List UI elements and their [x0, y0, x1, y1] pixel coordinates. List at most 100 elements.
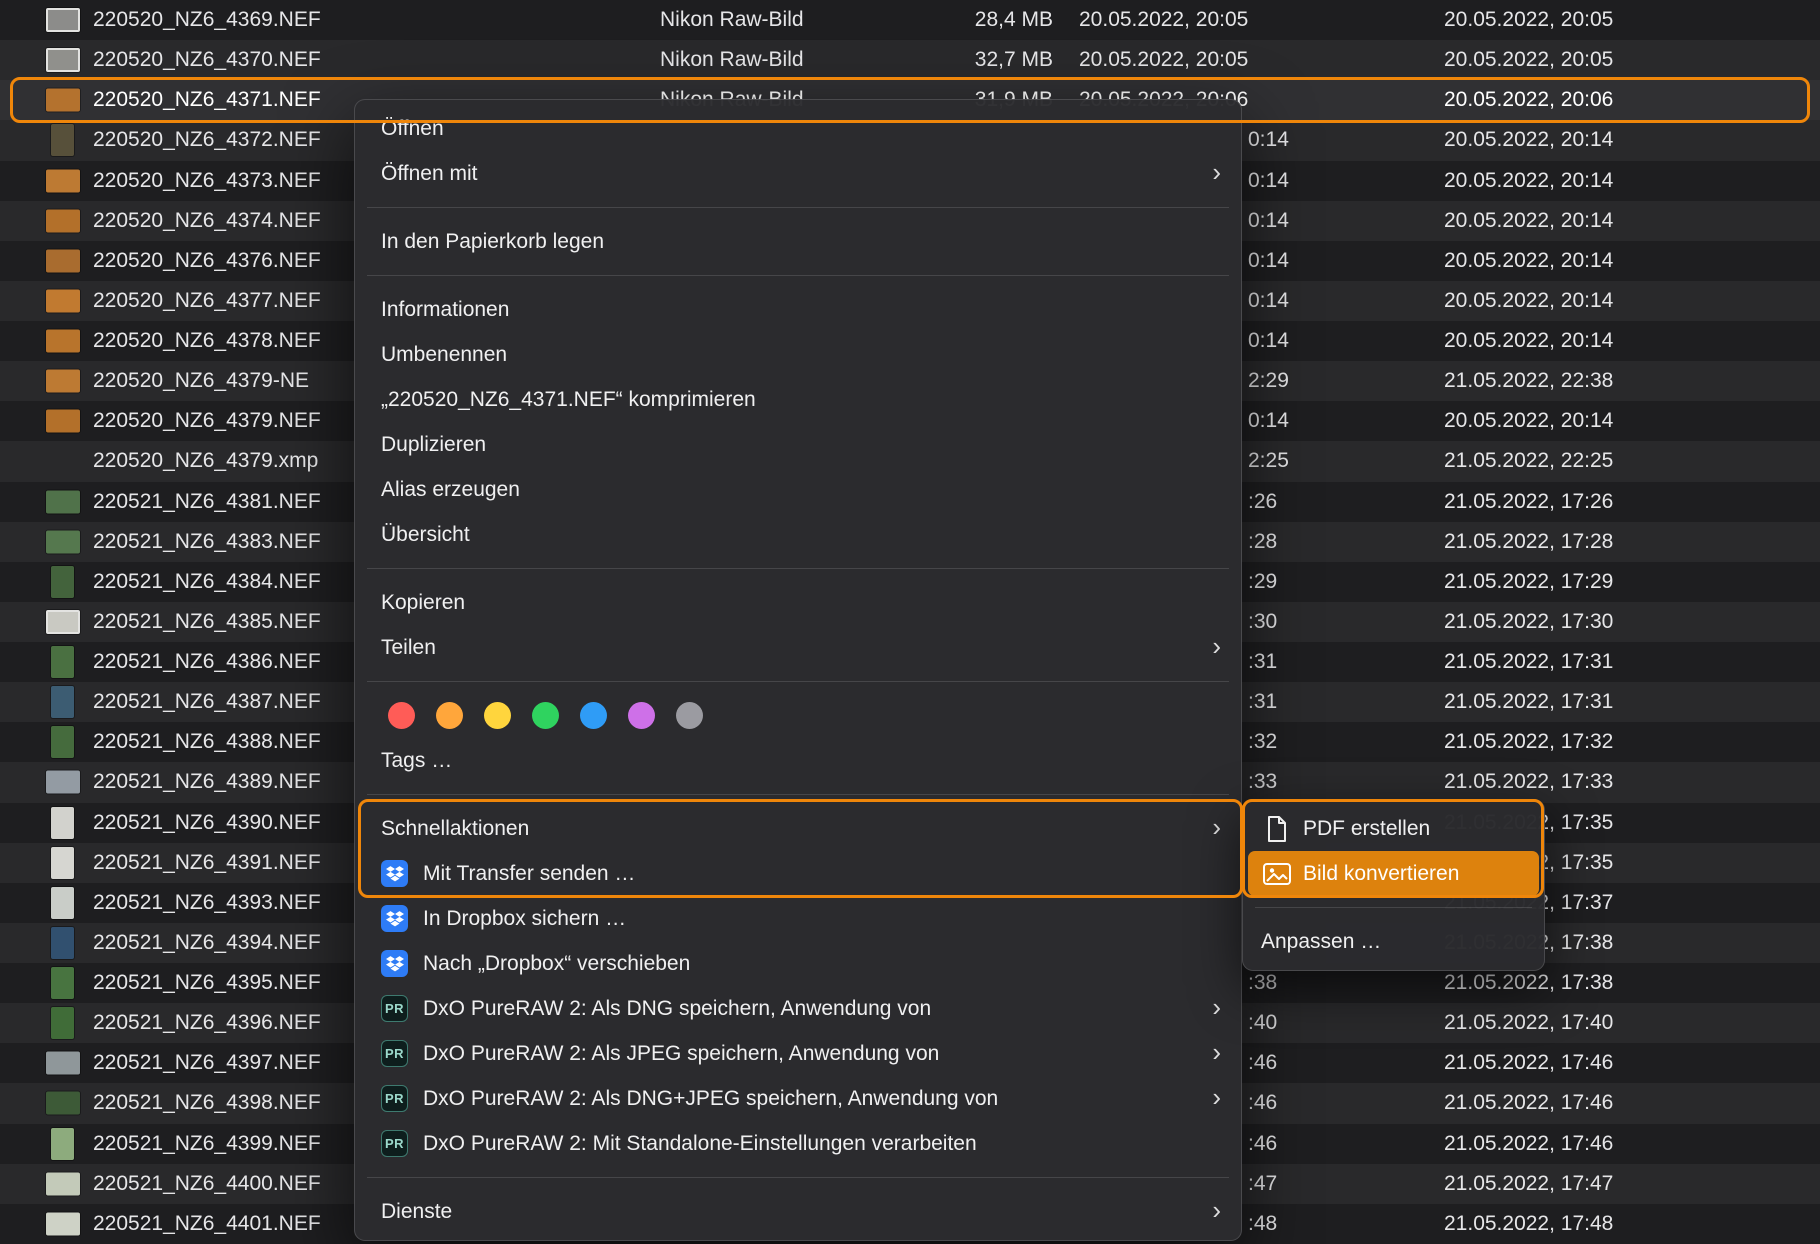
submenu-item-bild-konvertieren[interactable]: Bild konvertieren	[1248, 851, 1539, 896]
menu-item-informationen[interactable]: Informationen	[355, 287, 1241, 332]
file-name: 220520_NZ6_4379-NE	[93, 361, 309, 401]
date-modified: 20.05.2022, 20:14	[1444, 201, 1613, 241]
pr-icon: PR	[381, 1085, 408, 1112]
file-thumbnail-icon	[51, 124, 74, 156]
date-modified: 21.05.2022, 22:38	[1444, 361, 1613, 401]
menu-item-label: DxO PureRAW 2: Als DNG+JPEG speichern, A…	[423, 1087, 998, 1111]
menu-item-alias-erzeugen[interactable]: Alias erzeugen	[355, 467, 1241, 512]
date-added-fragment: :31	[1248, 682, 1277, 722]
date-added-fragment: :29	[1248, 562, 1277, 602]
date-modified: 21.05.2022, 17:48	[1444, 1204, 1613, 1244]
date-added-fragment: 0:14	[1248, 281, 1289, 321]
file-name: 220520_NZ6_4379.xmp	[93, 441, 318, 481]
date-added-fragment: 2:25	[1248, 441, 1289, 481]
file-thumbnail-icon	[51, 566, 74, 598]
file-name: 220521_NZ6_4383.NEF	[93, 522, 321, 562]
pr-icon: PR	[381, 1040, 408, 1067]
menu-item-mit-transfer-senden[interactable]: Mit Transfer senden …	[355, 851, 1241, 896]
file-row-220520-nz6-4370-nef[interactable]: 220520_NZ6_4370.NEFNikon Raw-Bild32,7 MB…	[0, 40, 1820, 80]
menu-item-label: Dienste	[381, 1200, 452, 1224]
file-name: 220520_NZ6_4373.NEF	[93, 161, 321, 201]
date-added-fragment: 0:14	[1248, 401, 1289, 441]
file-name: 220521_NZ6_4393.NEF	[93, 883, 321, 923]
date-modified: 21.05.2022, 17:26	[1444, 482, 1613, 522]
file-name: 220521_NZ6_4401.NEF	[93, 1204, 321, 1244]
menu-item-dxo-pureraw-2-als-jpeg-speichern-anwendung[interactable]: PR DxO PureRAW 2: Als JPEG speichern, Anw…	[355, 1031, 1241, 1076]
menu-item-duplizieren[interactable]: Duplizieren	[355, 422, 1241, 467]
date-added-fragment: 0:14	[1248, 161, 1289, 201]
menu-item-220520-nz6-4371-nef-komprimieren[interactable]: „220520_NZ6_4371.NEF“ komprimieren	[355, 377, 1241, 422]
file-thumbnail-icon	[46, 530, 80, 553]
menu-item-in-den-papierkorb-legen[interactable]: In den Papierkorb legen	[355, 219, 1241, 264]
menu-item-übersicht[interactable]: Übersicht	[355, 512, 1241, 557]
pr-icon: PR	[381, 995, 408, 1022]
menu-item-in-dropbox-sichern[interactable]: In Dropbox sichern …	[355, 896, 1241, 941]
file-name: 220520_NZ6_4376.NEF	[93, 241, 321, 281]
menu-item-dxo-pureraw-2-als-dng-speichern-anwendung-[interactable]: PRDxO PureRAW 2: Als DNG speichern, Anwe…	[355, 986, 1241, 1031]
date-modified: 21.05.2022, 17:31	[1444, 682, 1613, 722]
submenu-item-anpassen[interactable]: Anpassen …	[1243, 919, 1544, 964]
tag-color-orange-icon[interactable]	[436, 702, 463, 729]
tag-color-blue-icon[interactable]	[580, 702, 607, 729]
date-modified: 21.05.2022, 17:32	[1444, 722, 1613, 762]
file-thumbnail-icon	[46, 1092, 80, 1115]
date-modified: 21.05.2022, 17:40	[1444, 1003, 1613, 1043]
menu-item-umbenennen[interactable]: Umbenennen	[355, 332, 1241, 377]
menu-item-label: DxO PureRAW 2: Als JPEG speichern, Anwen…	[423, 1042, 939, 1066]
file-name: 220521_NZ6_4391.NEF	[93, 843, 321, 883]
menu-separator	[1255, 907, 1532, 908]
menu-item-nach-dropbox-verschieben[interactable]: Nach „Dropbox“ verschieben	[355, 941, 1241, 986]
file-name: 220521_NZ6_4388.NEF	[93, 722, 321, 762]
file-name: 220520_NZ6_4371.NEF	[93, 80, 321, 120]
date-modified: 20.05.2022, 20:14	[1444, 161, 1613, 201]
file-size: 28,4 MB	[860, 0, 1053, 40]
submenu-item-label: PDF erstellen	[1303, 817, 1430, 841]
file-name: 220521_NZ6_4387.NEF	[93, 682, 321, 722]
menu-item-label: Tags …	[381, 749, 452, 773]
date-added-fragment: :46	[1248, 1043, 1277, 1083]
menu-item-dxo-pureraw-2-als-dng-jpeg-speichern-anwen[interactable]: PR DxO PureRAW 2: Als DNG+JPEG speichern,…	[355, 1076, 1241, 1121]
menu-separator	[367, 1177, 1229, 1178]
file-thumbnail-icon	[46, 209, 80, 232]
date-added-fragment: 0:14	[1248, 120, 1289, 160]
date-added-fragment: :33	[1248, 762, 1277, 802]
file-thumbnail-icon	[51, 686, 74, 718]
menu-item-schnellaktionen[interactable]: Schnellaktionen›	[355, 806, 1241, 851]
menu-item-öffnen[interactable]: Öffnen	[355, 106, 1241, 151]
finder-window: 220520_NZ6_4369.NEFNikon Raw-Bild28,4 MB…	[0, 0, 1820, 1244]
date-added-fragment: :46	[1248, 1083, 1277, 1123]
file-name: 220520_NZ6_4377.NEF	[93, 281, 321, 321]
date-modified: 20.05.2022, 20:06	[1444, 80, 1613, 120]
tag-color-green-icon[interactable]	[532, 702, 559, 729]
file-thumbnail-icon	[51, 1128, 74, 1160]
dropbox-icon	[381, 950, 408, 977]
menu-item-label: Übersicht	[381, 523, 470, 547]
date-modified: 21.05.2022, 17:46	[1444, 1043, 1613, 1083]
menu-item-teilen[interactable]: Teilen›	[355, 625, 1241, 670]
menu-item-kopieren[interactable]: Kopieren	[355, 580, 1241, 625]
file-row-220520-nz6-4369-nef[interactable]: 220520_NZ6_4369.NEFNikon Raw-Bild28,4 MB…	[0, 0, 1820, 40]
date-modified: 20.05.2022, 20:14	[1444, 241, 1613, 281]
date-modified: 20.05.2022, 20:14	[1444, 401, 1613, 441]
tag-color-yellow-icon[interactable]	[484, 702, 511, 729]
menu-item-dxo-pureraw-2-mit-standalone-einstellungen[interactable]: PRDxO PureRAW 2: Mit Standalone-Einstell…	[355, 1121, 1241, 1166]
menu-item-dienste[interactable]: Dienste›	[355, 1189, 1241, 1234]
date-modified: 21.05.2022, 17:31	[1444, 642, 1613, 682]
chevron-right-icon: ›	[1212, 1031, 1221, 1074]
menu-item-tags[interactable]: Tags …	[355, 738, 1241, 783]
file-thumbnail-icon	[51, 967, 74, 999]
tag-color-purple-icon[interactable]	[628, 702, 655, 729]
date-modified: 20.05.2022, 20:14	[1444, 120, 1613, 160]
tag-color-gray-icon[interactable]	[676, 702, 703, 729]
menu-separator	[367, 207, 1229, 208]
file-thumbnail-icon	[46, 89, 80, 112]
file-name: 220521_NZ6_4398.NEF	[93, 1083, 321, 1123]
menu-item-öffnen-mit[interactable]: Öffnen mit›	[355, 151, 1241, 196]
menu-item-label: DxO PureRAW 2: Mit Standalone-Einstellun…	[423, 1132, 977, 1156]
file-kind: Nikon Raw-Bild	[660, 40, 804, 80]
date-added: 20.05.2022, 20:05	[1079, 0, 1248, 40]
submenu-item-pdf-erstellen[interactable]: PDF erstellen	[1243, 806, 1544, 851]
file-name: 220521_NZ6_4399.NEF	[93, 1124, 321, 1164]
tag-color-red-icon[interactable]	[388, 702, 415, 729]
file-thumbnail-icon	[46, 771, 80, 794]
